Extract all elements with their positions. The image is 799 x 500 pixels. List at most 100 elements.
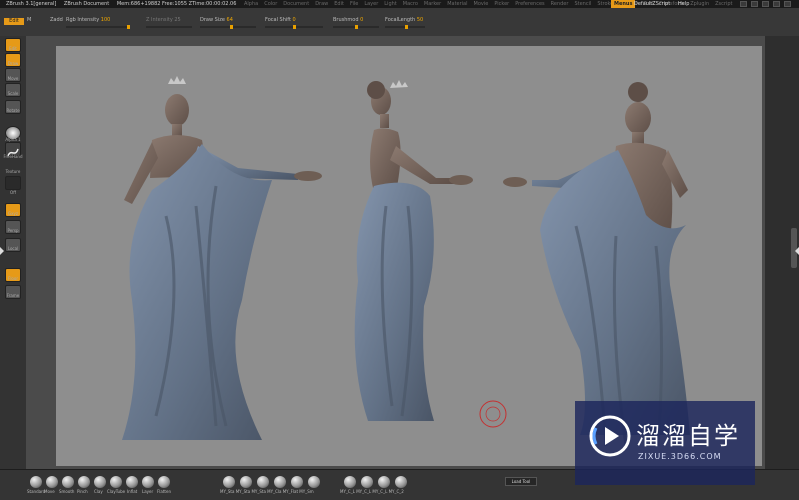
statue-side-view [354, 80, 473, 421]
custom-brush-icon[interactable] [361, 476, 373, 488]
custom-brush-icon[interactable] [223, 476, 235, 488]
menu-item-color[interactable]: Color [264, 1, 277, 7]
window-control-1[interactable] [740, 1, 747, 7]
right-panel-arrow-icon[interactable] [795, 247, 799, 255]
claytube-brush-label: ClayTube [107, 489, 126, 494]
flatten-brush-icon[interactable] [158, 476, 170, 488]
rgb-intensity-track[interactable] [66, 25, 130, 29]
window-control-4[interactable] [773, 1, 780, 7]
menu-item-render[interactable]: Render [551, 1, 569, 7]
custom-brush-icon[interactable] [274, 476, 286, 488]
menu-item-layer[interactable]: Layer [364, 1, 378, 7]
statue-back-view [503, 82, 690, 447]
slider-handle[interactable] [230, 25, 233, 29]
statue-front-view [122, 76, 322, 440]
menu-item-material[interactable]: Material [447, 1, 467, 7]
menu-item-preferences[interactable]: Preferences [515, 1, 544, 7]
brush-cursor-icon [479, 400, 507, 428]
menu-item-macro[interactable]: Macro [403, 1, 418, 7]
app-info: ZBrush 3.1[general] [6, 1, 57, 7]
edit-mode-button[interactable]: Edit [4, 18, 24, 25]
left-panel-arrow-icon[interactable] [0, 247, 4, 255]
smooth-brush-label: Smooth [59, 489, 75, 494]
slider-handle[interactable] [405, 25, 408, 29]
inflat-brush-label: Inflat [127, 489, 138, 494]
watermark-title: 溜溜自学 [636, 422, 740, 450]
draw-label: Draw [7, 61, 19, 66]
menu-item-edit[interactable]: Edit [334, 1, 344, 7]
window-control-2[interactable] [751, 1, 758, 7]
slider-handle[interactable] [293, 25, 296, 29]
standard-brush-icon[interactable] [30, 476, 42, 488]
slider-handle[interactable] [355, 25, 358, 29]
frame-label: Frame [6, 293, 20, 298]
layer-brush-icon[interactable] [142, 476, 154, 488]
custom-brush-labels: MY_Sta MY_Sta MY_Sta MY_Cla MY_Flat MY_S… [220, 489, 314, 494]
menu-item-draw[interactable]: Draw [315, 1, 328, 7]
pinch-brush-label: Pinch [77, 489, 88, 494]
menu-item-marker[interactable]: Marker [424, 1, 441, 7]
menu-item-light[interactable]: Light [384, 1, 396, 7]
brushmod-track[interactable] [333, 25, 379, 29]
clay-brush-label: Clay [94, 489, 103, 494]
custom-brush-icon[interactable] [344, 476, 356, 488]
smooth-brush-icon[interactable] [62, 476, 74, 488]
draw-size-slider[interactable]: Draw Size 64 [200, 17, 233, 23]
close-window-button[interactable] [784, 1, 791, 7]
flatten-brush-label: Flatten [157, 489, 171, 494]
clay-brush-icon[interactable] [94, 476, 106, 488]
claytube-brush-icon[interactable] [110, 476, 122, 488]
brushmod-slider[interactable]: Brushmod 0 [333, 17, 363, 23]
menu-item-movie[interactable]: Movie [474, 1, 489, 7]
standard-brush-label: Standard [27, 489, 46, 494]
custom-brush-icon[interactable] [308, 476, 320, 488]
custom-brush-icon[interactable] [257, 476, 269, 488]
help-button[interactable]: Help [675, 0, 692, 8]
pinch-brush-icon[interactable] [78, 476, 90, 488]
move-brush-icon[interactable] [46, 476, 58, 488]
menu-item-alpha[interactable]: Alpha [244, 1, 258, 7]
gxyz-label: Gxyz [8, 211, 18, 216]
edit-label: Edit [9, 46, 17, 51]
floor-label: Floor [8, 276, 18, 281]
menu-item-stencil[interactable]: Stencil [574, 1, 591, 7]
custom-brush-icon[interactable] [291, 476, 303, 488]
stroke-label: FreeHand [3, 154, 23, 159]
mode-mrgb[interactable]: M [27, 17, 31, 23]
custom-brush-labels-2: MY_C_L MY_C_L MY_C_L MY_C_2 [340, 489, 404, 494]
play-logo-icon [589, 415, 631, 457]
rgb-intensity-slider[interactable]: Rgb Intensity 100 [66, 17, 110, 23]
layer-brush-label: Layer [142, 489, 154, 494]
menu-item-zplugin[interactable]: Zplugin [690, 1, 709, 7]
move-brush-label: Move [44, 489, 55, 494]
texture-label: Texture [5, 169, 21, 174]
watermark-url: ZIXUE.3D66.COM [638, 452, 722, 461]
menu-item-zscript[interactable]: Zscript [715, 1, 732, 7]
z-intensity-track[interactable] [146, 26, 192, 28]
memory-stats: Mem:686+19882 Free:1055 ZTime:00:00:02.0… [116, 1, 237, 7]
move-label: Move [7, 76, 19, 81]
slider-handle[interactable] [127, 25, 130, 29]
custom-brush-icon[interactable] [395, 476, 407, 488]
texture-off-label: Off [10, 190, 16, 195]
default-zscript-button[interactable]: DefaultZScript [631, 0, 673, 8]
window-control-3[interactable] [762, 1, 769, 7]
mode-zadd[interactable]: Zadd [50, 17, 63, 23]
focal-shift-slider[interactable]: Focal Shift 0 [265, 17, 296, 23]
focal-shift-track[interactable] [265, 25, 323, 29]
inflat-brush-icon[interactable] [126, 476, 138, 488]
rotate-label: Rotate [6, 108, 20, 113]
focal-length-track[interactable] [385, 25, 425, 29]
focal-length-slider[interactable]: FocalLength 50 [385, 17, 423, 23]
menu-item-picker[interactable]: Picker [494, 1, 509, 7]
z-intensity-slider[interactable]: Z Intensity 25 [146, 17, 181, 23]
custom-brush-icon[interactable] [240, 476, 252, 488]
menu-item-document[interactable]: Document [283, 1, 309, 7]
document-title: ZBrush Document [63, 1, 110, 7]
menu-item-file[interactable]: File [350, 1, 358, 7]
scale-label: Scale [7, 91, 19, 96]
texture-button[interactable] [5, 176, 21, 190]
custom-brush-icon[interactable] [378, 476, 390, 488]
draw-size-track[interactable] [200, 25, 256, 29]
load-tool-button[interactable]: Load Tool [505, 477, 537, 486]
